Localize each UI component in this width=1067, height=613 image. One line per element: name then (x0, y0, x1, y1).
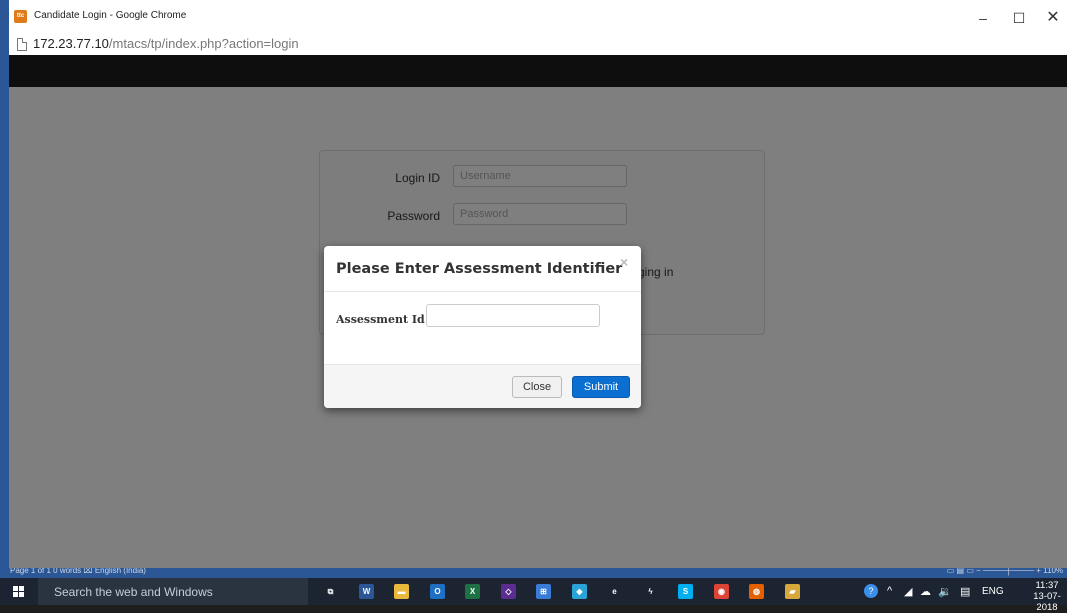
outlook-icon[interactable]: O (430, 584, 445, 599)
clock[interactable]: 11:37 13-07-2018 (1027, 580, 1067, 613)
skype-icon[interactable]: S (678, 584, 693, 599)
assessment-id-input[interactable] (426, 304, 600, 327)
submit-button[interactable]: Submit (572, 376, 630, 398)
modal-title: Please Enter Assessment Identifier (336, 261, 623, 277)
folder-icon[interactable]: ▰ (785, 584, 800, 599)
clock-time: 11:37 (1035, 580, 1059, 591)
taskbar-search[interactable]: Search the web and Windows (38, 578, 308, 605)
language-indicator[interactable]: ENG (982, 586, 1004, 597)
app-logo-icon: ttc (14, 10, 27, 23)
start-button[interactable] (0, 578, 38, 605)
windows-logo-icon (13, 586, 24, 597)
wifi-icon[interactable]: ◢ (904, 585, 912, 598)
paint-icon[interactable]: ◆ (572, 584, 587, 599)
tray-chevron-icon[interactable]: ^ (887, 585, 892, 597)
word-status-right: ▭ ▤ ▭ − ────┼──── + 110% (946, 568, 1063, 575)
network-icon[interactable]: ⊞ (536, 584, 551, 599)
search-placeholder: Search the web and Windows (54, 585, 213, 599)
clock-date: 13-07-2018 (1033, 591, 1061, 613)
word-status-bar: Page 1 of 1 0 words ⌧ English (India) ▭ … (0, 568, 1067, 578)
visual-studio-icon[interactable]: ◇ (501, 584, 516, 599)
help-icon[interactable]: ? (864, 584, 878, 598)
modal-close-icon[interactable]: × (620, 254, 628, 270)
firefox-icon[interactable]: ◍ (749, 584, 764, 599)
modal-header: Please Enter Assessment Identifier × (324, 246, 641, 292)
chrome-icon[interactable]: ◉ (714, 584, 729, 599)
task-view-icon[interactable]: ⧉ (323, 584, 338, 599)
file-explorer-icon[interactable]: ▬ (394, 584, 409, 599)
modal-footer: Close Submit (324, 364, 641, 408)
onedrive-icon[interactable]: ☁ (920, 585, 931, 598)
close-button[interactable]: Close (512, 376, 562, 398)
winamp-icon[interactable]: ϟ (643, 584, 658, 599)
url-path: /mtacs/tp/index.php?action=login (108, 36, 299, 51)
edge-icon[interactable]: e (607, 584, 622, 599)
address-bar[interactable]: 172.23.77.10/mtacs/tp/index.php?action=l… (9, 35, 1067, 55)
background-window-edge (0, 0, 9, 578)
minimize-button[interactable]: – (963, 4, 1003, 32)
excel-icon[interactable]: X (465, 584, 480, 599)
volume-icon[interactable]: 🔉 (938, 585, 952, 598)
assessment-id-label: Assessment Id (336, 313, 425, 326)
title-bar: ttc Candidate Login - Google Chrome – ☐ … (9, 0, 1067, 35)
window-title: Candidate Login - Google Chrome (34, 10, 187, 21)
taskbar: Search the web and Windows ⧉ W ▬ O X ◇ ⊞ ◆ e ϟ S ◉ ◍… (0, 578, 1067, 613)
word-status-left: Page 1 of 1 0 words ⌧ English (India) (10, 568, 146, 575)
notification-icon[interactable]: ▤ (960, 585, 970, 598)
url-text[interactable]: 172.23.77.10/mtacs/tp/index.php?action=l… (33, 36, 299, 51)
word-icon[interactable]: W (359, 584, 374, 599)
assessment-modal: Please Enter Assessment Identifier × Ass… (324, 246, 641, 408)
page-icon (17, 38, 27, 51)
close-window-button[interactable]: ✕ (1033, 4, 1067, 32)
url-host: 172.23.77.10 (33, 36, 109, 51)
modal-body: Assessment Id (324, 292, 641, 364)
